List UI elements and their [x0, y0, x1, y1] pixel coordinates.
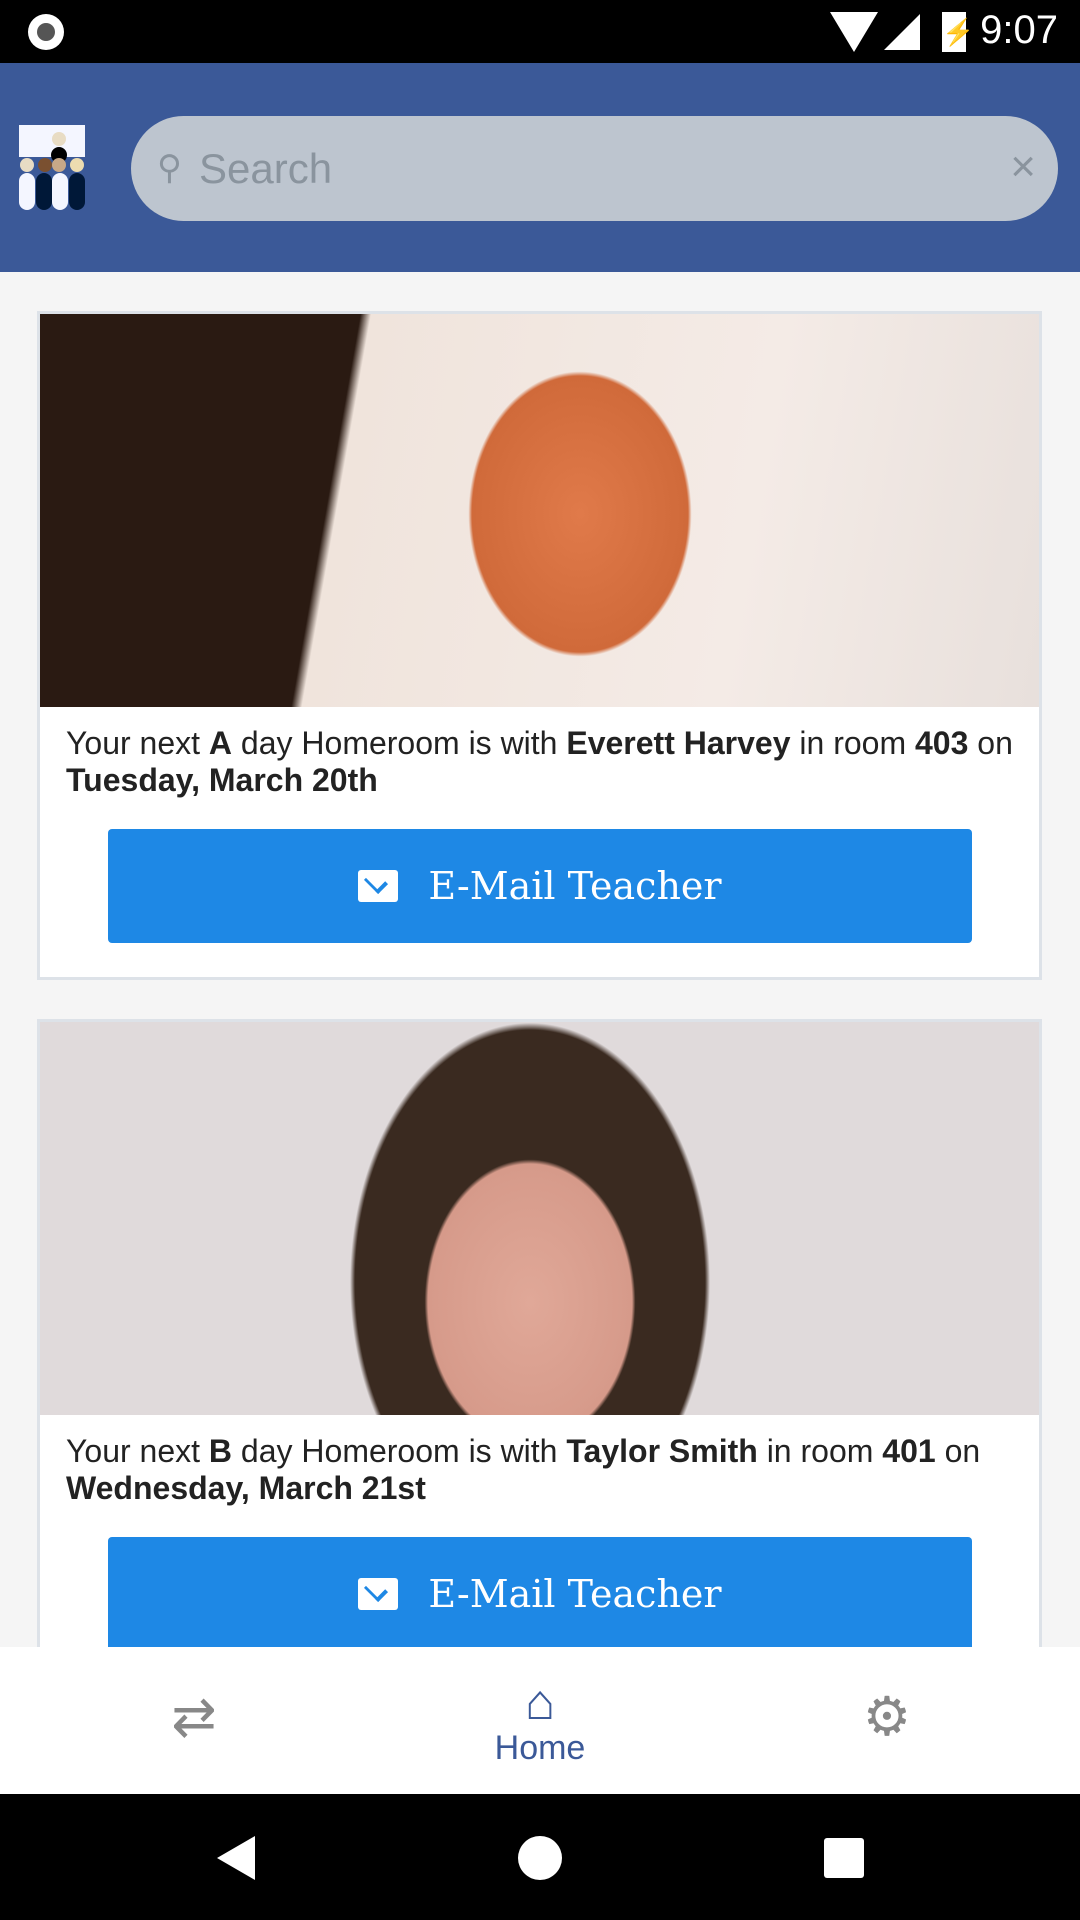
homeroom-info: Your next A day Homeroom is with Everett…	[66, 725, 1013, 798]
app-header: ⚲ ×	[0, 63, 1080, 272]
nav-home-label: Home	[494, 1729, 586, 1767]
home-icon: ⌂	[524, 1674, 556, 1730]
search-icon: ⚲	[157, 149, 182, 187]
home-button-icon[interactable]	[518, 1836, 562, 1880]
homeroom-card: Your next A day Homeroom is with Everett…	[37, 311, 1042, 980]
teacher-photo	[40, 1022, 1039, 1415]
search-bar: ⚲ ×	[131, 116, 1058, 221]
button-label: E-Mail Teacher	[428, 1572, 722, 1616]
battery-charging-icon: ⚡	[942, 12, 974, 52]
gear-icon: ⚙	[862, 1687, 912, 1747]
back-icon[interactable]	[217, 1836, 255, 1880]
email-teacher-button[interactable]: E-Mail Teacher	[108, 829, 972, 943]
clock: 9:07	[980, 8, 1058, 52]
wifi-icon	[830, 12, 878, 52]
recording-icon	[28, 14, 64, 50]
nav-settings[interactable]: ⚙	[787, 1647, 987, 1794]
recents-icon[interactable]	[824, 1838, 864, 1878]
mail-icon	[358, 1578, 399, 1610]
status-bar: ⚡ 9:07	[0, 0, 1080, 63]
homeroom-info: Your next B day Homeroom is with Taylor …	[66, 1433, 981, 1506]
bottom-navigation: ⇄ ⌂ Home ⚙	[0, 1647, 1080, 1794]
homeroom-card: Your next B day Homeroom is with Taylor …	[37, 1019, 1042, 1688]
nav-switch[interactable]: ⇄	[94, 1647, 294, 1794]
search-input[interactable]	[199, 134, 959, 204]
swap-arrows-icon: ⇄	[171, 1687, 217, 1747]
email-teacher-button[interactable]: E-Mail Teacher	[108, 1537, 972, 1651]
system-navigation-bar	[0, 1794, 1080, 1920]
teacher-photo	[40, 314, 1039, 707]
clear-search-icon[interactable]: ×	[1010, 142, 1036, 192]
mail-icon	[358, 870, 399, 902]
app-logo	[19, 125, 85, 210]
nav-home[interactable]: ⌂ Home	[440, 1647, 640, 1794]
signal-icon	[884, 14, 920, 50]
button-label: E-Mail Teacher	[428, 864, 722, 908]
